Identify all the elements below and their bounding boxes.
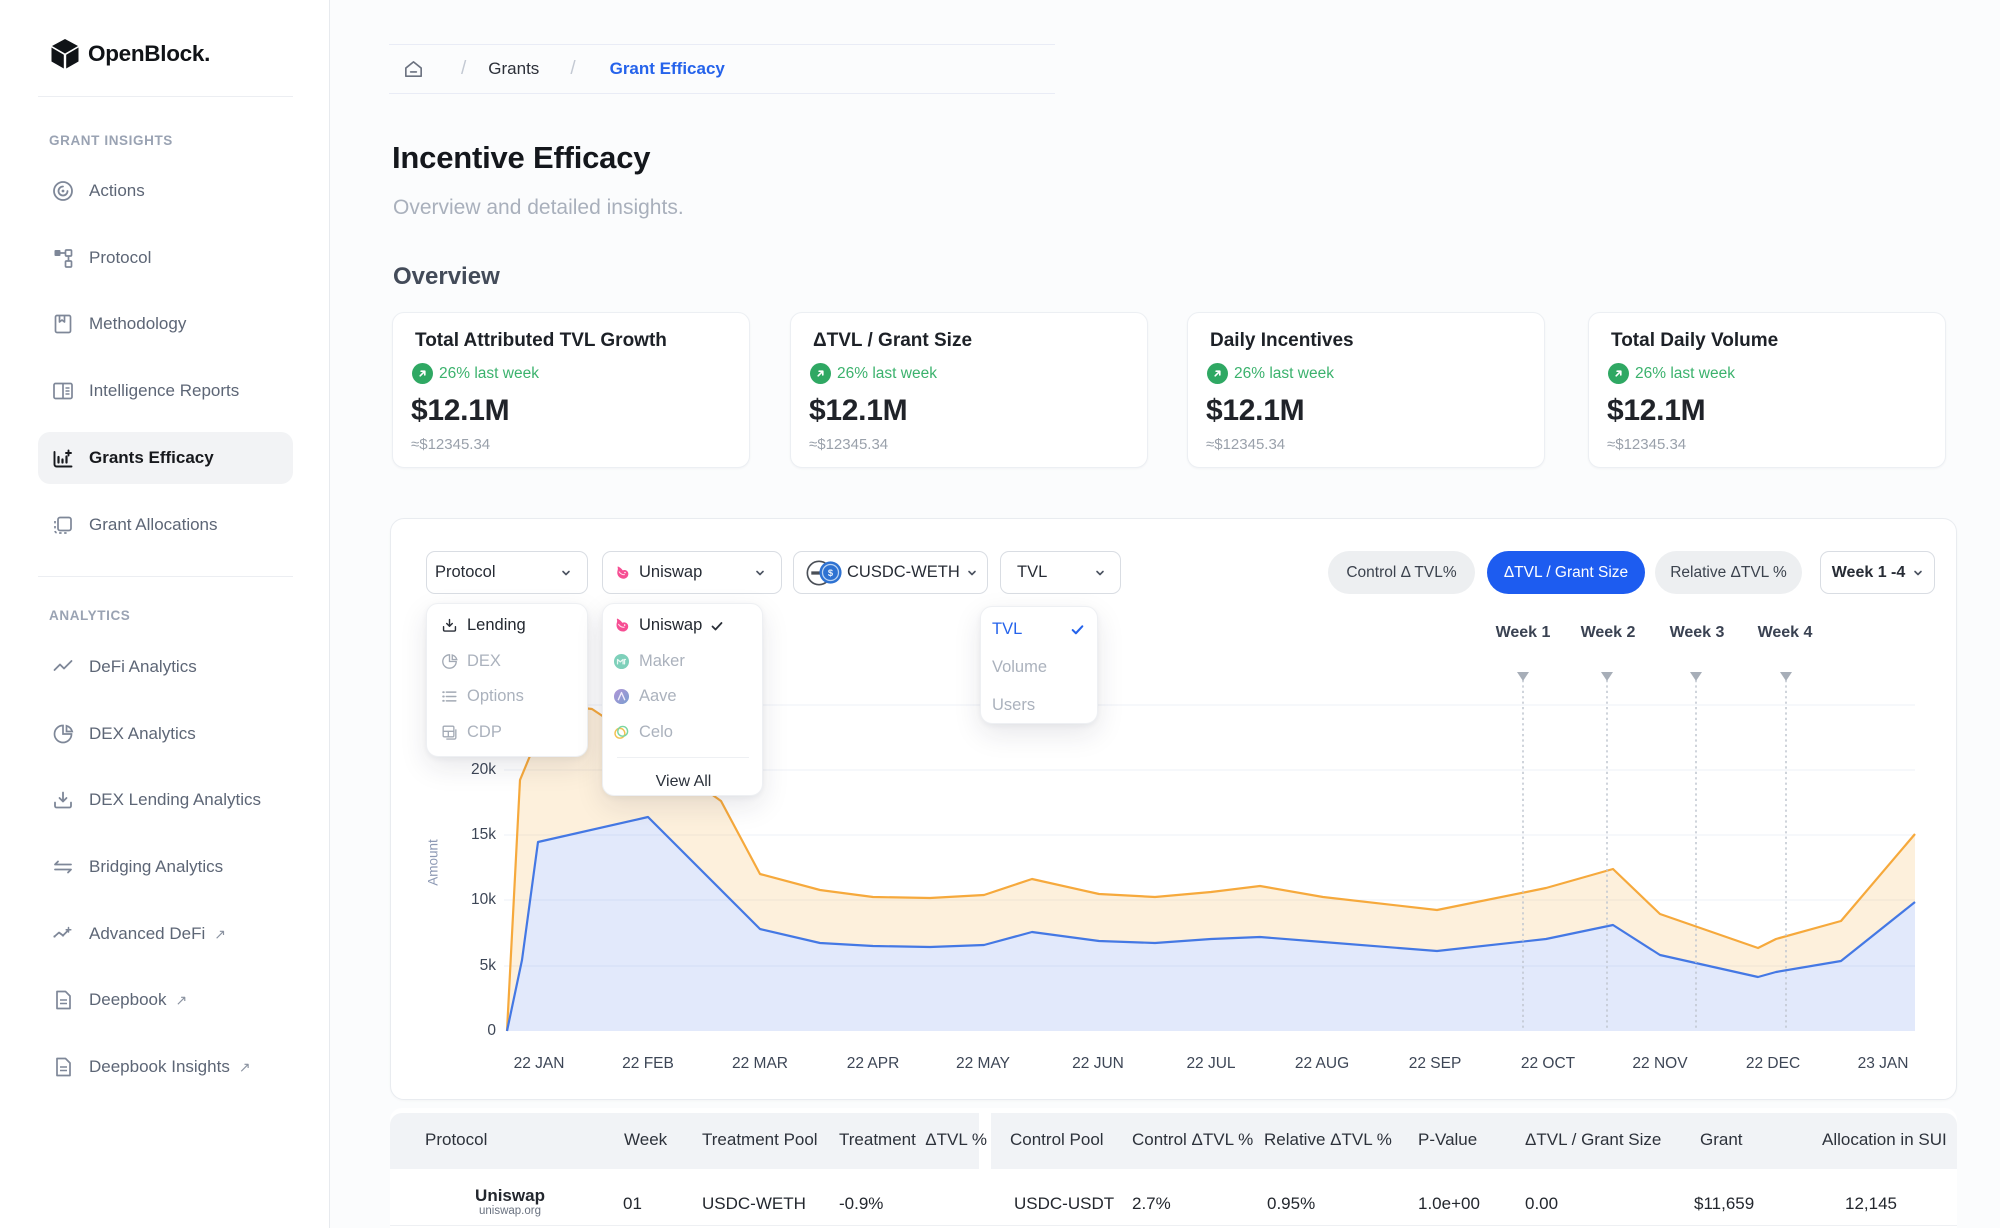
svg-text:$: $ [828,568,834,578]
